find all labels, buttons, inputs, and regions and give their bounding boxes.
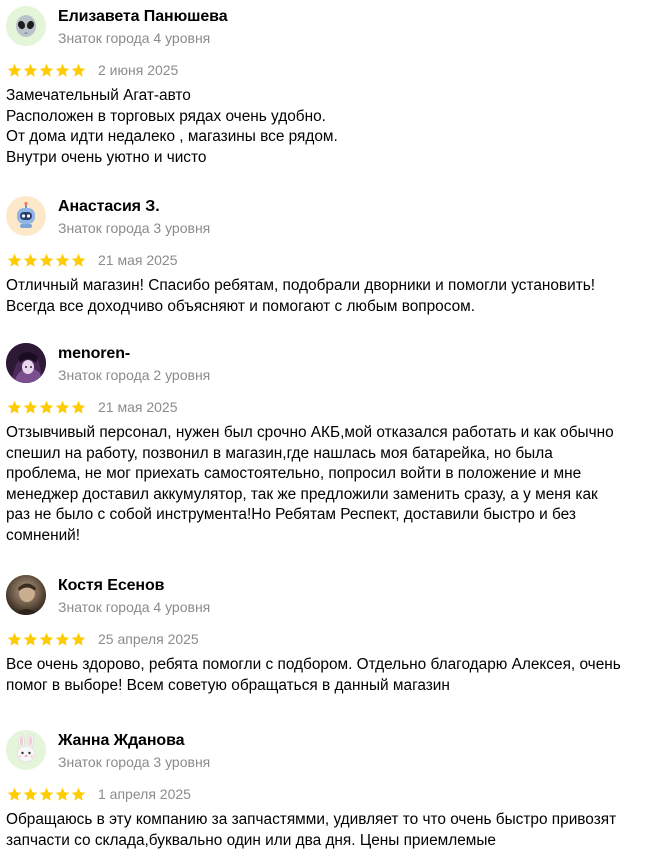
rabbit-icon[interactable] [6,730,46,770]
rating-stars [7,400,86,415]
review-text-line: Отличный магазин! Спасибо ребятам, подоб… [6,277,596,294]
review-text-line: Все очень здорово, ребята помогли с подб… [6,656,621,673]
rating-stars [7,63,86,78]
review-date: 2 июня 2025 [98,62,179,78]
review-text-line: Всегда все доходчиво объясняют и помогаю… [6,297,476,315]
star-icon [39,253,54,267]
star-icon [55,63,70,77]
author-name[interactable]: Костя Есенов [58,577,164,595]
star-icon [55,253,70,267]
review-text: Все очень здорово, ребята помогли с подб… [6,655,654,696]
author-name[interactable]: menoren- [58,345,130,363]
star-icon [23,63,38,77]
review-text-line: Отзывчивый персонал, нужен был срочно АК… [6,424,614,441]
review-text: Отзывчивый персонал, нужен был срочно АК… [6,423,654,546]
star-icon [7,253,22,267]
star-icon [7,787,22,801]
star-icon [39,63,54,77]
rating-stars [7,787,86,802]
review-date: 25 апреля 2025 [98,631,199,647]
star-icon [39,400,54,414]
robot-icon[interactable] [6,196,46,236]
author-level: Знаток города 2 уровня [58,367,211,383]
user-photo-avatar[interactable] [6,343,46,383]
rating-stars [7,632,86,647]
review-text-line: Обращаюсь в эту компанию за запчастямми,… [6,811,617,828]
star-icon [7,400,22,414]
author-level: Знаток города 3 уровня [58,754,211,770]
author-level: Знаток города 3 уровня [58,220,211,236]
review-text: Замечательный Агат-авто Расположен в тор… [6,86,654,168]
star-icon [7,632,22,646]
author-level: Знаток города 4 уровня [58,599,211,615]
review-text-line: спешил на работу, позвонил в магазин,где… [6,444,553,462]
star-icon [55,400,70,414]
star-icon [23,632,38,646]
review-text-line: Внутри очень уютно и чисто [6,148,207,166]
star-icon [55,787,70,801]
review-text-line: раз не было с собой инструмента!Но Ребят… [6,506,576,523]
star-icon [23,400,38,414]
review-text-line: Замечательный Агат-авто [6,87,191,104]
user-photo-avatar[interactable] [6,575,46,615]
rating-stars [7,253,86,268]
star-icon [71,253,86,267]
star-icon [71,787,86,801]
author-name[interactable]: Анастасия З. [58,198,160,216]
author-name[interactable]: Елизавета Панюшева [58,8,228,26]
star-icon [23,253,38,267]
star-icon [39,632,54,646]
review-date: 21 мая 2025 [98,252,178,268]
star-icon [71,400,86,414]
star-icon [55,632,70,646]
review-text-line: запчасти со склада,буквально один или дв… [6,831,496,849]
review-text-line: менеджер доставил аккумулятор, так же пр… [6,485,598,503]
review-date: 1 апреля 2025 [98,786,191,802]
star-icon [23,787,38,801]
star-icon [7,63,22,77]
author-level: Знаток города 4 уровня [58,30,211,46]
review-date: 21 мая 2025 [98,399,178,415]
star-icon [71,632,86,646]
review-text: Отличный магазин! Спасибо ребятам, подоб… [6,276,654,317]
review-text-line: помог в выборе! Всем советую обращаться … [6,676,450,694]
review-text: Обращаюсь в эту компанию за запчастямми,… [6,810,654,851]
star-icon [71,63,86,77]
review-text-line: проблема, не мог приехать самостоятельно… [6,465,582,482]
star-icon [39,787,54,801]
review-text-line: Расположен в торговых рядах очень удобно… [6,107,326,125]
review-text-line: сомнений! [6,526,81,544]
author-name[interactable]: Жанна Жданова [58,732,185,750]
review-text-line: От дома идти недалеко , магазины все ряд… [6,128,338,145]
alien-icon[interactable] [6,6,46,46]
